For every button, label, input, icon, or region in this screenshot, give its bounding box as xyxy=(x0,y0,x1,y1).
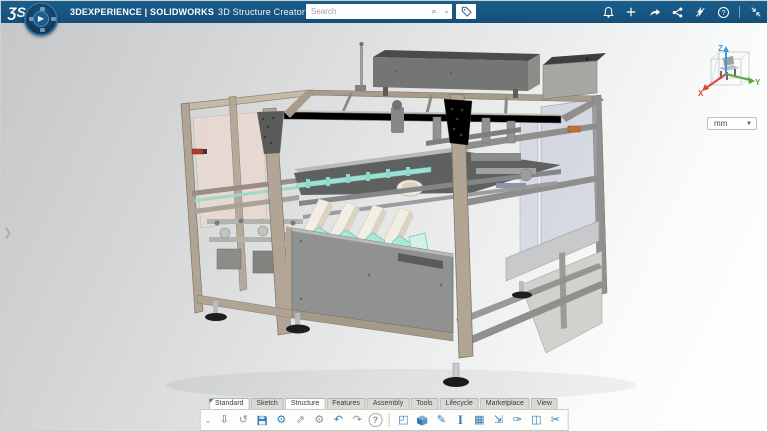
edit-member-icon[interactable]: ✎ xyxy=(433,412,449,428)
orientation-triad[interactable]: Z X Y xyxy=(689,43,761,109)
toolbar-collapse-chevron[interactable]: ⌄ xyxy=(205,416,212,425)
tab-lifecycle[interactable]: Lifecycle xyxy=(440,398,479,409)
search-box[interactable]: ⌕ ⌄ xyxy=(306,4,452,19)
compass-play-icon[interactable]: ▶ xyxy=(33,11,49,27)
tab-standard[interactable]: Standard xyxy=(209,398,249,409)
export-share-icon[interactable]: ⇗ xyxy=(292,412,308,428)
units-dropdown-arrow-icon: ▼ xyxy=(746,121,756,127)
units-dropdown[interactable]: mm ▼ xyxy=(707,117,757,130)
tag-button[interactable] xyxy=(456,4,476,19)
structure-member-icon[interactable]: I xyxy=(452,412,468,428)
left-panel-expander[interactable]: ❯ xyxy=(3,226,12,239)
profile-table-icon[interactable]: ▦ xyxy=(471,412,487,428)
flash-icon[interactable] xyxy=(693,5,707,19)
action-bar: Standard Sketch Structure Features Assem… xyxy=(200,398,569,431)
tab-features[interactable]: Features xyxy=(326,398,366,409)
share-arrow-icon[interactable] xyxy=(647,5,661,19)
app-name[interactable]: 3D Structure Creator xyxy=(218,7,305,17)
tab-marketplace[interactable]: Marketplace xyxy=(480,398,530,409)
sync-icon[interactable]: ↺ xyxy=(235,412,251,428)
trim-icon[interactable]: ✂ xyxy=(547,412,563,428)
triad-z-label: Z xyxy=(718,44,723,53)
tab-view[interactable]: View xyxy=(531,398,558,409)
redo-icon[interactable]: ↷ xyxy=(349,412,365,428)
publish-icon[interactable]: ⇲ xyxy=(490,412,506,428)
triad-y-label: Y xyxy=(755,78,761,87)
search-input[interactable] xyxy=(306,7,427,16)
svg-text:?: ? xyxy=(721,10,725,17)
save-icon[interactable] xyxy=(254,412,270,428)
settings-gear-icon[interactable]: ⚙ xyxy=(311,412,327,428)
share-nodes-icon[interactable] xyxy=(670,5,684,19)
brand-title: 3DEXPERIENCE | SOLIDWORKS 3D Structure Cr… xyxy=(70,7,314,17)
search-icon[interactable]: ⌕ xyxy=(427,4,441,19)
tab-sketch[interactable]: Sketch xyxy=(250,398,283,409)
3d-viewport[interactable]: Z X Y mm ▼ ❯ xyxy=(1,23,768,432)
title-bar: ƷS ▶ 3DEXPERIENCE | SOLIDWORKS3D Structu… xyxy=(1,1,768,23)
corner-tool-icon[interactable]: ◰ xyxy=(395,412,411,428)
pattern-icon[interactable]: ◫ xyxy=(528,412,544,428)
tab-structure[interactable]: Structure xyxy=(285,398,325,409)
compass-icon[interactable]: ▶ xyxy=(24,2,58,36)
compass-south-dot xyxy=(40,28,45,32)
tab-tools[interactable]: Tools xyxy=(410,398,438,409)
extrude-cube-icon[interactable] xyxy=(414,412,430,428)
tag-icon xyxy=(461,6,472,17)
action-bar-tabs: Standard Sketch Structure Features Assem… xyxy=(209,398,559,409)
compass-east-dot xyxy=(51,17,56,21)
tab-assembly[interactable]: Assembly xyxy=(367,398,409,409)
undo-icon[interactable]: ↶ xyxy=(330,412,346,428)
model-machine-assembly[interactable] xyxy=(1,23,768,432)
options-gear-icon[interactable]: ⚙ xyxy=(273,412,289,428)
action-bar-icons: ⌄ ⇩ ↺ ⚙ ⇗ ⚙ ↶ ↷ ? ◰ ✎ I ▦ ⇲ ✑ ◫ ✂ xyxy=(200,409,569,431)
collapse-icon[interactable] xyxy=(749,5,763,19)
help-circle-icon[interactable]: ? xyxy=(368,413,382,427)
units-value: mm xyxy=(708,119,746,128)
brand-platform: 3DEXPERIENCE | SOLIDWORKS xyxy=(70,7,214,17)
app-window: ƷS ▶ 3DEXPERIENCE | SOLIDWORKS3D Structu… xyxy=(0,0,768,432)
triad-x-label: X xyxy=(698,89,704,98)
add-plus-icon[interactable] xyxy=(624,5,638,19)
import-icon[interactable]: ⇩ xyxy=(216,412,232,428)
toolbar-group-divider xyxy=(388,413,389,427)
search-chevron-icon[interactable]: ⌄ xyxy=(441,4,452,19)
sketch-pen-icon[interactable]: ✑ xyxy=(509,412,525,428)
help-icon[interactable]: ? xyxy=(716,5,730,19)
titlebar-divider xyxy=(739,6,740,18)
bell-icon[interactable] xyxy=(601,5,615,19)
